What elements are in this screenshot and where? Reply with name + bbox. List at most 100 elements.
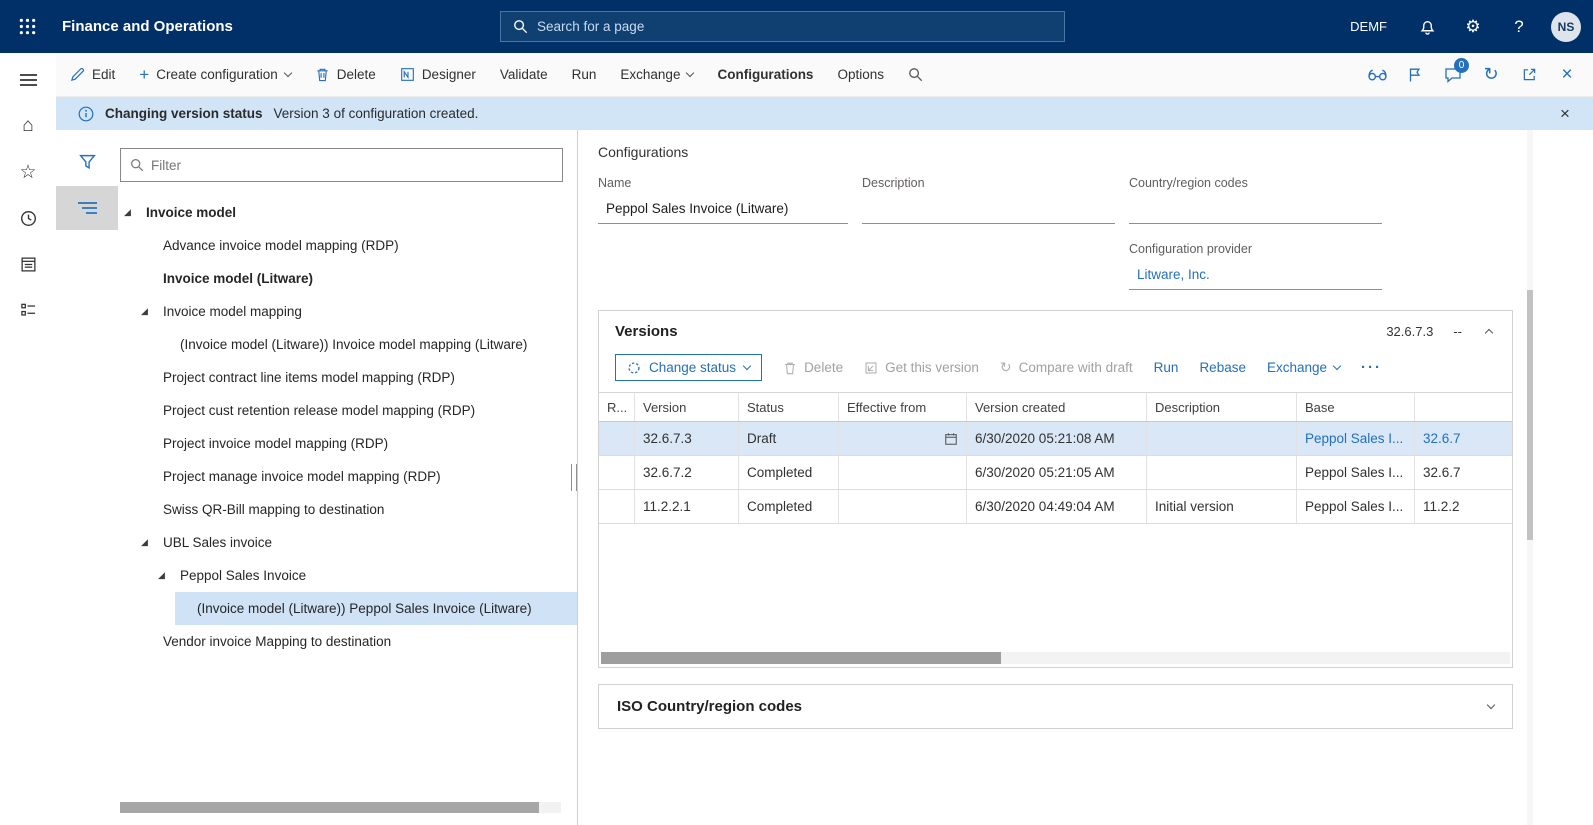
tab-configurations[interactable]: Configurations xyxy=(717,67,813,82)
change-status-button[interactable]: Change status xyxy=(615,354,763,381)
description-field[interactable] xyxy=(862,197,1115,224)
version-created-cell[interactable]: 6/30/2020 05:21:05 AM xyxy=(967,456,1147,489)
version-cell[interactable]: 32.6.7.2 xyxy=(635,456,739,489)
create-configuration-button[interactable]: + Create configuration xyxy=(139,65,293,85)
tree-expanded-icon[interactable]: ◢ xyxy=(124,207,146,218)
delete-button[interactable]: Delete xyxy=(315,67,376,82)
version-created-cell[interactable]: 6/30/2020 04:49:04 AM xyxy=(967,490,1147,523)
edit-button[interactable]: Edit xyxy=(70,67,115,82)
status-cell[interactable]: Completed xyxy=(739,456,839,489)
tree-item[interactable]: Project invoice model mapping (RDP) xyxy=(141,427,577,460)
column-header-version-created[interactable]: Version created xyxy=(967,393,1147,421)
refresh-icon[interactable]: ↻ xyxy=(1473,57,1509,93)
version-cell[interactable]: 11.2.2.1 xyxy=(635,490,739,523)
record-cell[interactable] xyxy=(599,456,635,489)
base-cell[interactable]: Peppol Sales I... xyxy=(1297,456,1415,489)
validate-button[interactable]: Validate xyxy=(500,67,548,82)
tree-expanded-icon[interactable]: ◢ xyxy=(158,570,180,581)
effective-from-cell[interactable] xyxy=(839,490,967,523)
home-icon[interactable]: ⌂ xyxy=(8,107,48,145)
description-cell[interactable] xyxy=(1147,422,1297,455)
effective-from-cell[interactable] xyxy=(839,456,967,489)
chevron-down-icon[interactable] xyxy=(1486,700,1496,710)
flag-icon[interactable] xyxy=(1397,57,1433,93)
description-cell[interactable]: Initial version xyxy=(1147,490,1297,523)
open-in-new-window-icon[interactable] xyxy=(1511,57,1547,93)
tree-expanded-icon[interactable]: ◢ xyxy=(141,306,163,317)
tree-item[interactable]: ◢ Invoice model mapping xyxy=(141,295,577,328)
tree-item[interactable]: ◢ Invoice model xyxy=(124,196,577,229)
company-picker[interactable]: DEMF xyxy=(1350,19,1387,34)
status-cell[interactable]: Completed xyxy=(739,490,839,523)
provider-link[interactable]: Litware, Inc. xyxy=(1129,263,1382,290)
country-codes-field[interactable] xyxy=(1129,197,1382,224)
base-version-cell[interactable]: 32.6.7 xyxy=(1415,456,1512,489)
settings-gear-icon[interactable]: ⚙ xyxy=(1453,7,1493,47)
message-bar-close-icon[interactable]: × xyxy=(1551,104,1579,124)
column-header-version[interactable]: Version xyxy=(635,393,739,421)
more-commands-icon[interactable]: ··· xyxy=(1361,359,1382,376)
workspaces-icon[interactable] xyxy=(8,291,48,329)
effective-from-cell[interactable] xyxy=(839,422,967,455)
tree-item[interactable]: (Invoice model (Litware)) Invoice model … xyxy=(158,328,577,361)
record-cell[interactable] xyxy=(599,490,635,523)
close-icon[interactable]: × xyxy=(1549,57,1585,93)
messages-icon[interactable]: 0 xyxy=(1435,57,1471,93)
tree-filter-field[interactable] xyxy=(120,148,563,182)
tree-item[interactable]: Project contract line items model mappin… xyxy=(141,361,577,394)
exchange-menu-button[interactable]: Exchange xyxy=(620,67,695,82)
tree-item[interactable]: Project cust retention release model map… xyxy=(141,394,577,427)
base-version-link[interactable]: 32.6.7 xyxy=(1423,431,1461,446)
run-version-button[interactable]: Run xyxy=(1154,360,1179,375)
version-cell[interactable]: 32.6.7.3 xyxy=(635,422,739,455)
column-header-base-version[interactable] xyxy=(1415,393,1512,421)
tree-filter-input[interactable] xyxy=(151,157,553,173)
iso-country-codes-section[interactable]: ISO Country/region codes xyxy=(598,684,1513,729)
name-field[interactable]: Peppol Sales Invoice (Litware) xyxy=(598,197,848,224)
tree-item[interactable]: ◢ Peppol Sales Invoice xyxy=(158,559,577,592)
run-button[interactable]: Run xyxy=(572,67,597,82)
global-search[interactable] xyxy=(500,11,1065,42)
favorites-star-icon[interactable]: ☆ xyxy=(8,153,48,191)
search-input[interactable] xyxy=(537,19,1052,34)
tree-item-selected[interactable]: (Invoice model (Litware)) Peppol Sales I… xyxy=(175,592,577,625)
tree-view-toggle-icon[interactable] xyxy=(56,186,118,230)
tab-options[interactable]: Options xyxy=(837,67,884,82)
hamburger-menu-icon[interactable] xyxy=(8,61,48,99)
version-row-selected[interactable]: 32.6.7.3 Draft 6/30/2020 05:21:08 AM Pep… xyxy=(599,422,1512,456)
collapse-section-icon[interactable] xyxy=(1482,322,1496,341)
filter-funnel-icon[interactable] xyxy=(67,144,107,180)
tree-item[interactable]: Swiss QR-Bill mapping to destination xyxy=(141,493,577,526)
column-header-record[interactable]: R... xyxy=(599,393,635,421)
exchange-version-button[interactable]: Exchange xyxy=(1267,360,1342,375)
column-header-effective-from[interactable]: Effective from xyxy=(839,393,967,421)
record-cell[interactable] xyxy=(599,422,635,455)
tree-expanded-icon[interactable]: ◢ xyxy=(141,537,163,548)
description-cell[interactable] xyxy=(1147,456,1297,489)
tree-item[interactable]: Invoice model (Litware) xyxy=(141,262,577,295)
commandbar-search-icon[interactable] xyxy=(908,67,923,82)
base-cell[interactable]: Peppol Sales I... xyxy=(1297,490,1415,523)
tree-item[interactable]: ◢ UBL Sales invoice xyxy=(141,526,577,559)
column-header-status[interactable]: Status xyxy=(739,393,839,421)
base-version-cell[interactable]: 11.2.2 xyxy=(1415,490,1512,523)
calendar-icon[interactable] xyxy=(944,432,958,446)
tree-horizontal-scrollbar[interactable] xyxy=(120,802,561,813)
page-vertical-scrollbar[interactable] xyxy=(1527,130,1533,825)
base-link[interactable]: Peppol Sales I... xyxy=(1305,431,1403,446)
tree-item[interactable]: Vendor invoice Mapping to destination xyxy=(141,625,577,658)
views-icon[interactable] xyxy=(1359,57,1395,93)
rebase-button[interactable]: Rebase xyxy=(1199,360,1246,375)
notifications-bell-icon[interactable] xyxy=(1407,7,1447,47)
column-header-description[interactable]: Description xyxy=(1147,393,1297,421)
tree-item[interactable]: Advance invoice model mapping (RDP) xyxy=(141,229,577,262)
version-row[interactable]: 11.2.2.1 Completed 6/30/2020 04:49:04 AM… xyxy=(599,490,1512,524)
tree-item[interactable]: Project manage invoice model mapping (RD… xyxy=(141,460,577,493)
help-icon[interactable]: ? xyxy=(1499,7,1539,47)
grid-horizontal-scrollbar[interactable] xyxy=(601,652,1510,664)
version-created-cell[interactable]: 6/30/2020 05:21:08 AM xyxy=(967,422,1147,455)
status-cell[interactable]: Draft xyxy=(739,422,839,455)
forms-icon[interactable] xyxy=(8,245,48,283)
recent-clock-icon[interactable] xyxy=(8,199,48,237)
user-avatar[interactable]: NS xyxy=(1551,11,1581,42)
